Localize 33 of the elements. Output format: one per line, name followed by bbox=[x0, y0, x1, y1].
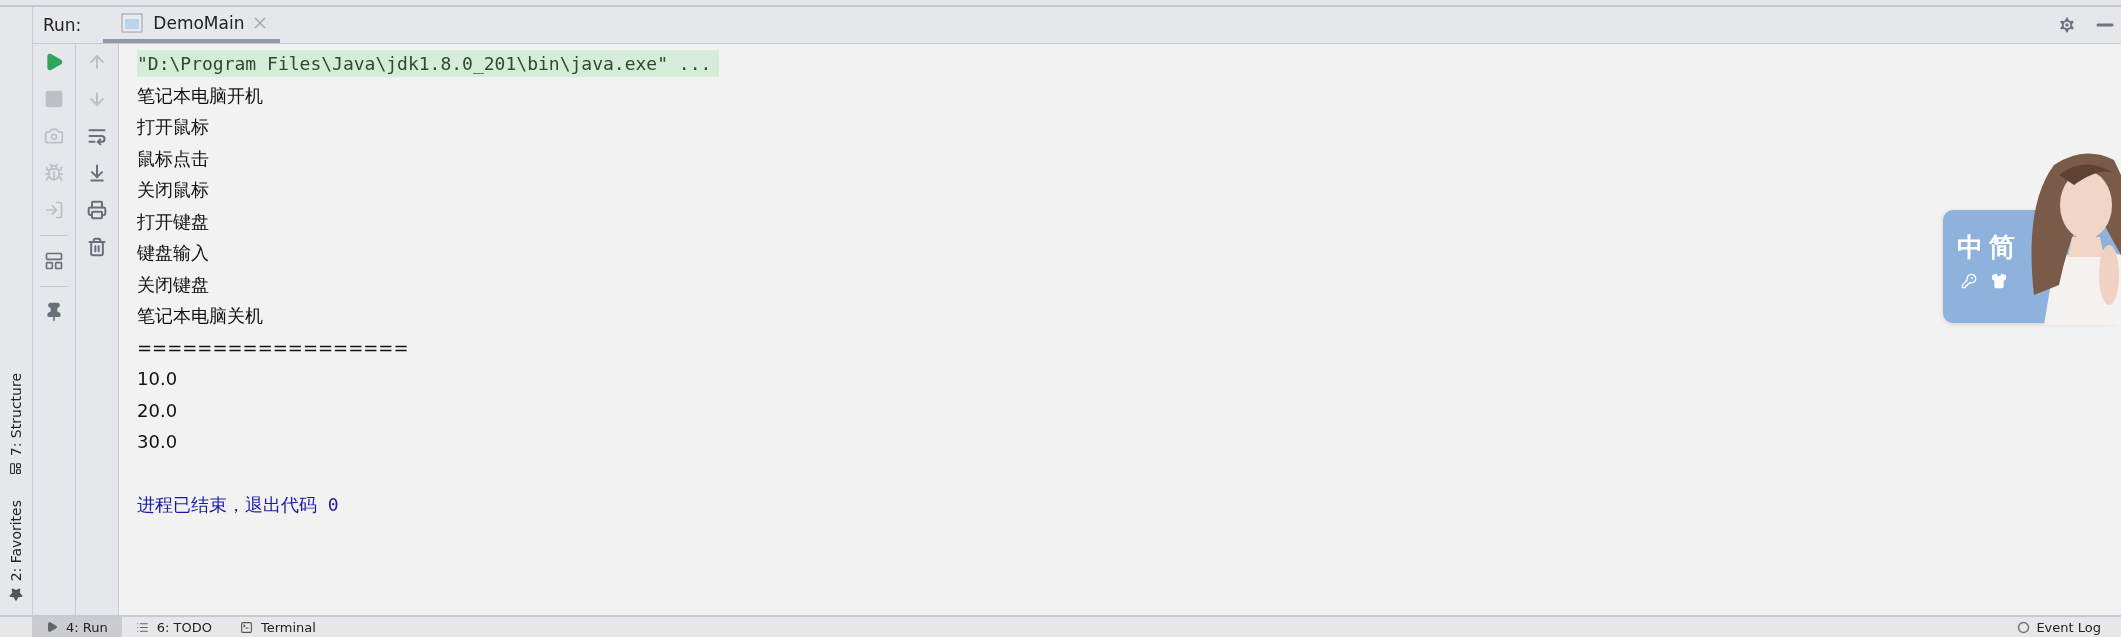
output-line: 关闭键盘 bbox=[137, 272, 209, 297]
terminal-icon bbox=[239, 620, 253, 634]
output-line: 笔记本电脑开机 bbox=[137, 83, 263, 108]
star-icon bbox=[9, 587, 23, 601]
tool-window-tab[interactable]: 2: Favorites bbox=[8, 499, 24, 601]
key-icon[interactable] bbox=[1961, 273, 1977, 289]
output-line: 笔记本电脑关机 bbox=[137, 304, 263, 329]
run-icon bbox=[46, 621, 58, 633]
output-line: 鼠标点击 bbox=[137, 146, 209, 171]
structure-icon bbox=[9, 462, 23, 476]
window-icon bbox=[121, 13, 144, 33]
list-icon bbox=[135, 620, 149, 634]
output-line: 打开鼠标 bbox=[137, 115, 209, 140]
output-line: 10.0 bbox=[137, 367, 178, 392]
output-line: 关闭鼠标 bbox=[137, 178, 209, 203]
output-line: ================== bbox=[137, 335, 409, 360]
exit-message: 进程已结束，退出代码 0 bbox=[137, 492, 339, 517]
output-line: 20.0 bbox=[137, 398, 178, 423]
event-log-button[interactable]: Event Log bbox=[2017, 617, 2121, 637]
print-icon[interactable] bbox=[85, 198, 109, 222]
tool-window-tab[interactable]: 6: TODO bbox=[121, 617, 226, 637]
settings-icon[interactable] bbox=[2057, 15, 2077, 35]
tool-window-tab[interactable]: 4: Run bbox=[32, 617, 122, 637]
tool-window-tab[interactable]: Terminal bbox=[225, 617, 330, 637]
balloon-icon bbox=[2017, 620, 2031, 634]
tool-window-tab[interactable]: 7: Structure bbox=[8, 373, 24, 476]
output-line: 30.0 bbox=[137, 430, 178, 455]
output-line: 键盘输入 bbox=[137, 241, 209, 266]
shirt-icon[interactable] bbox=[1991, 273, 2007, 289]
output-line: 打开键盘 bbox=[137, 209, 209, 234]
run-label: Run: bbox=[43, 15, 82, 35]
close-icon[interactable] bbox=[254, 17, 267, 29]
run-tab[interactable]: DemoMain bbox=[103, 7, 281, 43]
